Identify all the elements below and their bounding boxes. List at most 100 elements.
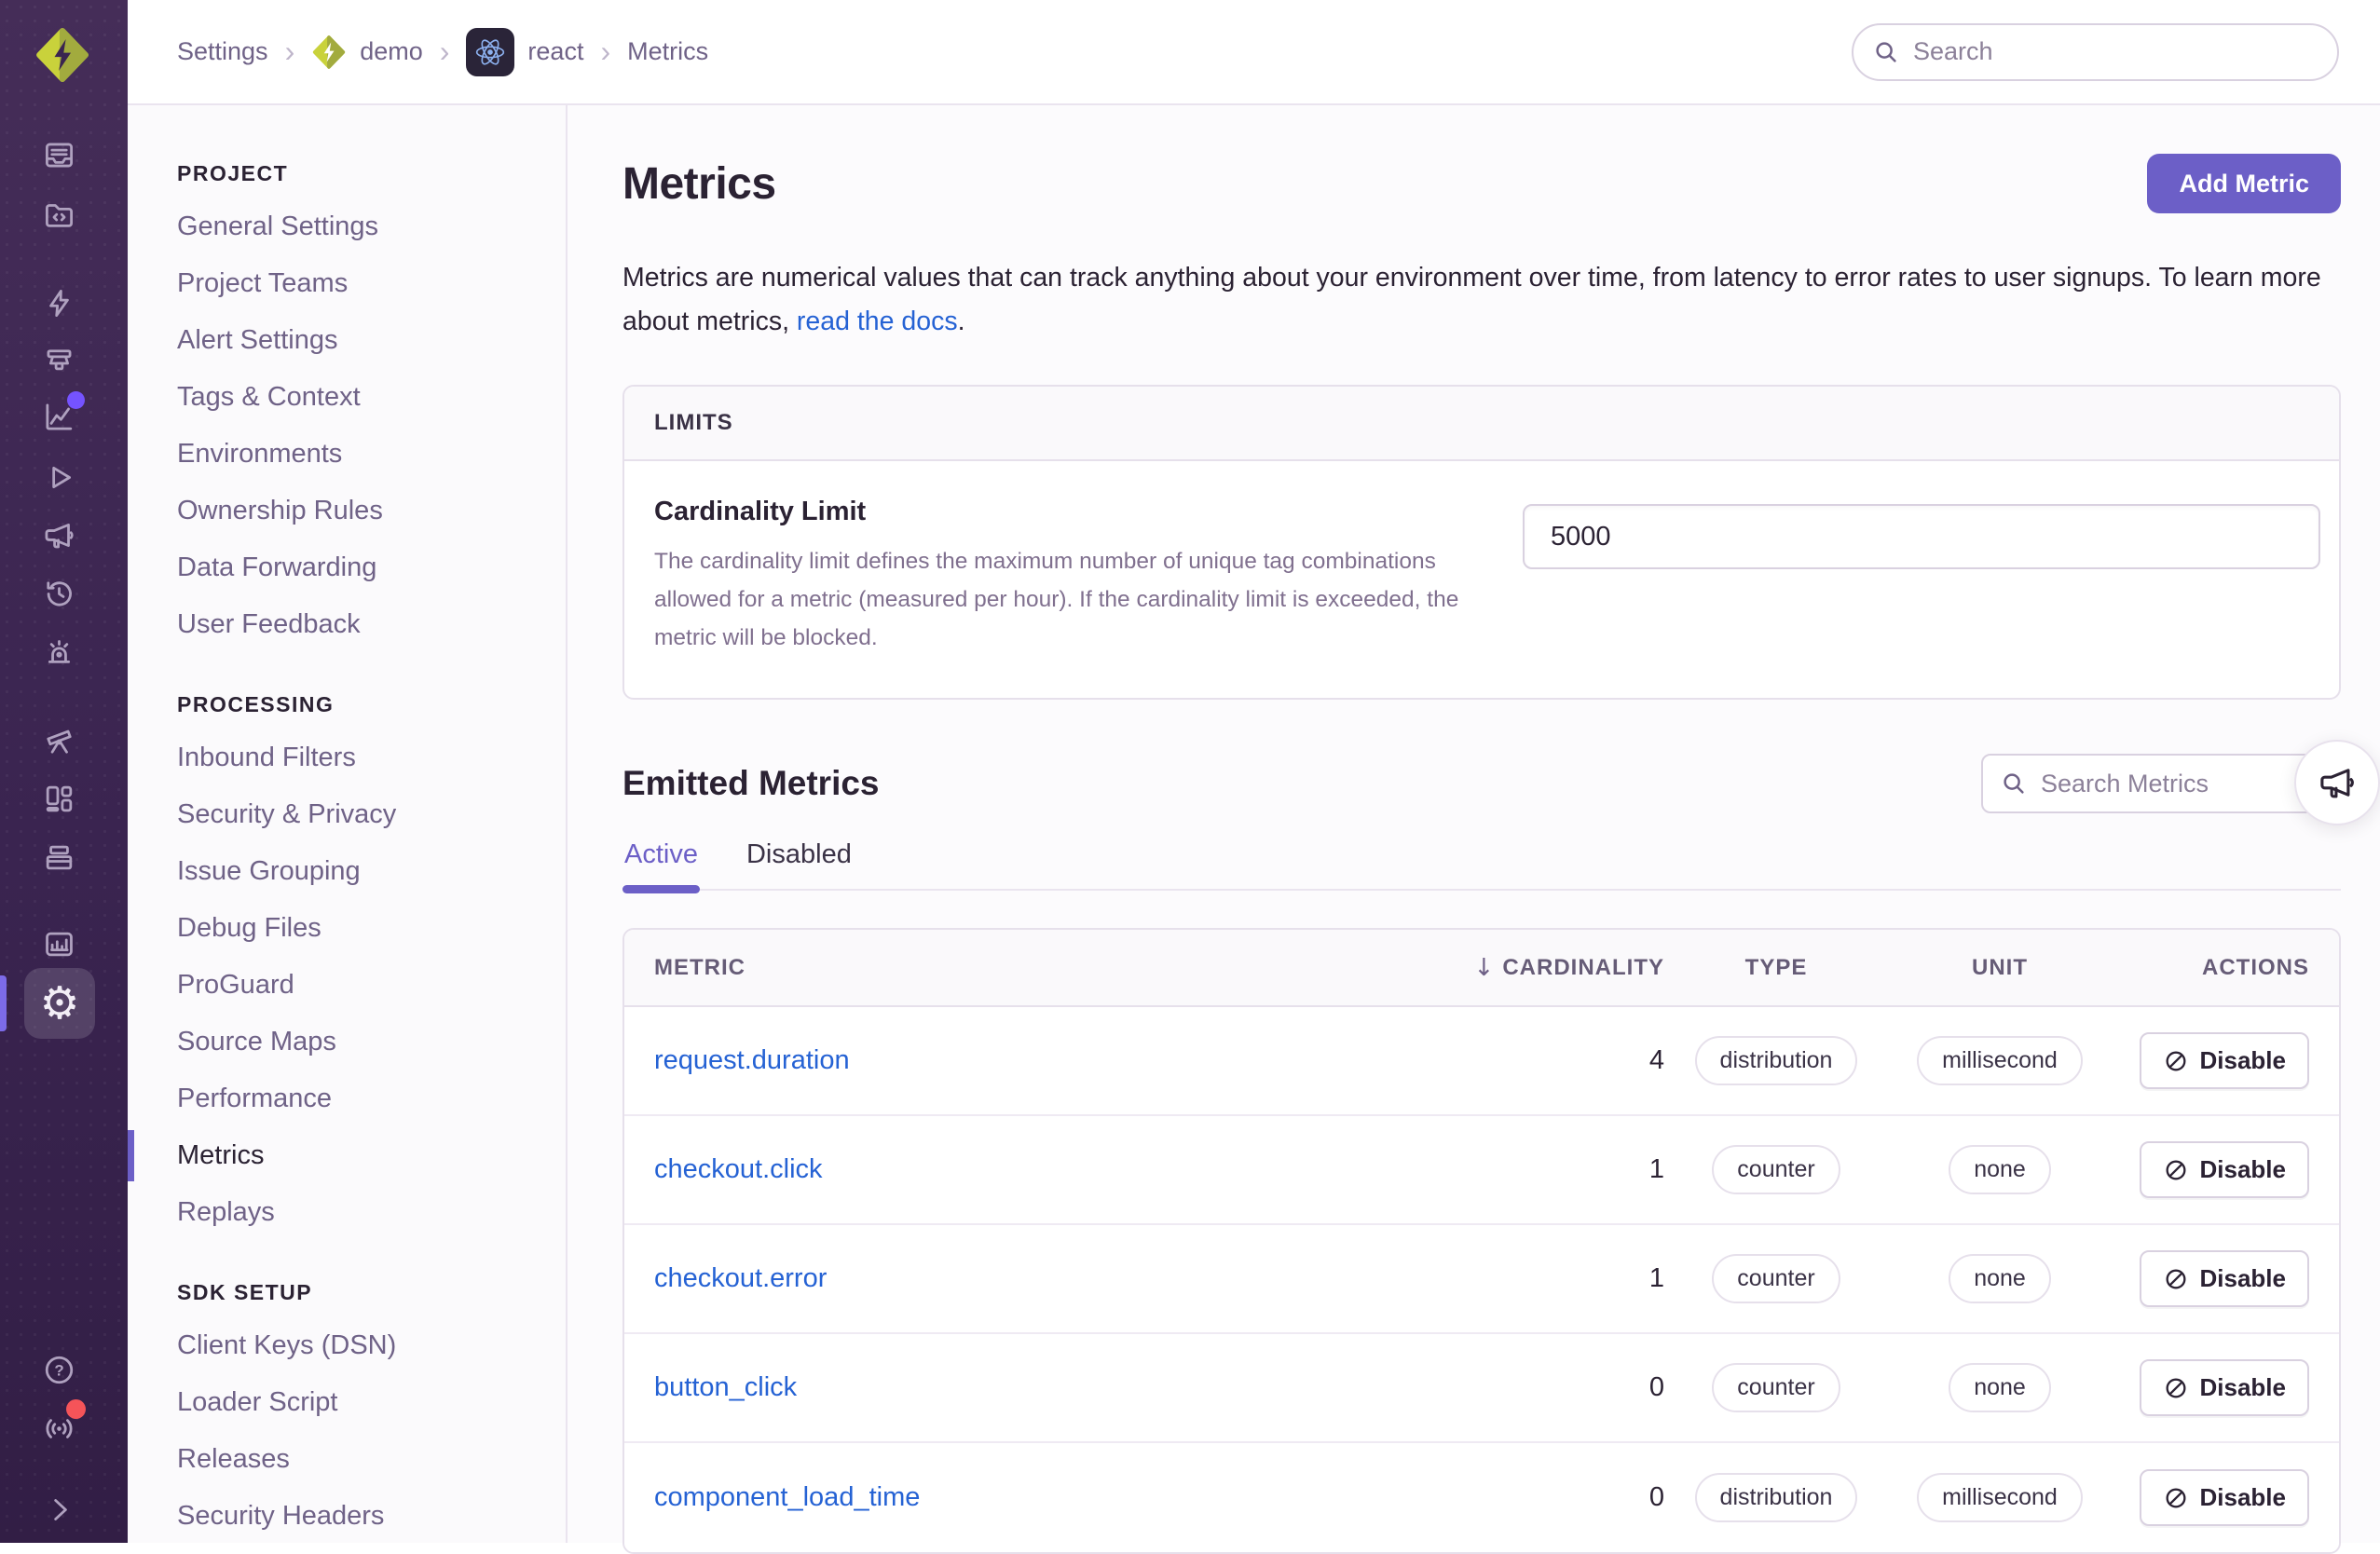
nav-item-ownership-rules[interactable]: Ownership Rules: [128, 483, 566, 539]
nav-item-loader-script[interactable]: Loader Script: [128, 1374, 566, 1431]
nav-item-general-settings[interactable]: General Settings: [128, 198, 566, 255]
col-header-cardinality-label: CARDINALITY: [1502, 954, 1664, 980]
feedback-fab-button[interactable]: [2294, 740, 2380, 825]
metric-name-link[interactable]: checkout.click: [654, 1154, 1478, 1185]
tab-active[interactable]: Active: [622, 834, 700, 893]
nav-item-performance[interactable]: Performance: [128, 1070, 566, 1127]
table-row: request.duration 4 distribution millisec…: [624, 1007, 2339, 1116]
description-period: .: [957, 307, 965, 336]
issues-icon[interactable]: [36, 132, 81, 177]
nav-item-data-forwarding[interactable]: Data Forwarding: [128, 539, 566, 596]
profiling-icon[interactable]: [36, 338, 81, 383]
svg-text:?: ?: [54, 1361, 63, 1379]
limits-panel: LIMITS Cardinality Limit The cardinality…: [622, 385, 2341, 700]
stats-icon[interactable]: [36, 921, 81, 966]
sentry-logo-icon[interactable]: [34, 24, 91, 86]
metric-name-link[interactable]: component_load_time: [654, 1482, 1478, 1513]
col-header-actions: ACTIONS: [2202, 954, 2309, 980]
disable-button[interactable]: Disable: [2139, 1032, 2309, 1089]
shell: Settings › demo › react › Metrics Search…: [128, 0, 2380, 1554]
metrics-notification-dot: [67, 391, 85, 409]
cardinality-field-text: Cardinality Limit The cardinality limit …: [654, 497, 1479, 657]
metrics-table-header: METRIC ↓ CARDINALITY TYPE UNIT ACTIONS: [624, 930, 2339, 1007]
nav-item-project-teams[interactable]: Project Teams: [128, 255, 566, 312]
search-icon: [1872, 38, 1900, 66]
nav-item-replays[interactable]: Replays: [128, 1184, 566, 1241]
nav-item-proguard[interactable]: ProGuard: [128, 957, 566, 1014]
org-avatar-icon: [311, 34, 347, 71]
gear-icon: ⚙: [39, 977, 80, 1029]
nav-item-security-headers[interactable]: Security Headers: [128, 1488, 566, 1543]
replays-icon[interactable]: [36, 455, 81, 499]
col-header-metric: METRIC: [654, 954, 745, 980]
block-icon: [2166, 1160, 2185, 1179]
breadcrumb-current-page[interactable]: Metrics: [627, 37, 708, 66]
metric-name-link[interactable]: checkout.error: [654, 1263, 1478, 1294]
unit-badge: none: [1949, 1254, 2051, 1303]
nav-item-releases[interactable]: Releases: [128, 1431, 566, 1488]
type-badge: counter: [1712, 1254, 1840, 1303]
breadcrumb-project-label[interactable]: react: [527, 37, 583, 66]
nav-item-source-maps[interactable]: Source Maps: [128, 1014, 566, 1070]
unit-badge: none: [1949, 1363, 2051, 1412]
nav-item-inbound-filters[interactable]: Inbound Filters: [128, 729, 566, 786]
type-badge: distribution: [1694, 1473, 1858, 1522]
table-row: checkout.error 1 counter none Disable: [624, 1225, 2339, 1334]
breadcrumb-org[interactable]: demo: [311, 34, 423, 71]
nav-item-issue-grouping[interactable]: Issue Grouping: [128, 843, 566, 900]
nav-item-user-feedback[interactable]: User Feedback: [128, 596, 566, 653]
feedback-icon[interactable]: [36, 512, 81, 557]
tab-disabled[interactable]: Disabled: [745, 834, 854, 889]
nav-item-client-keys[interactable]: Client Keys (DSN): [128, 1317, 566, 1374]
alerts-icon[interactable]: [36, 630, 81, 675]
disable-button[interactable]: Disable: [2139, 1359, 2309, 1416]
projects-icon[interactable]: [36, 192, 81, 237]
nav-item-environments[interactable]: Environments: [128, 426, 566, 483]
settings-nav: PROJECT General Settings Project Teams A…: [128, 105, 568, 1543]
type-badge: distribution: [1694, 1036, 1858, 1085]
breadcrumb-settings[interactable]: Settings: [177, 37, 268, 66]
global-search-input[interactable]: [1852, 22, 2339, 81]
disable-button-label: Disable: [2199, 1483, 2287, 1511]
breadcrumb-project[interactable]: react: [466, 27, 583, 76]
cardinality-limit-input[interactable]: [1523, 504, 2320, 569]
cardinality-limit-label: Cardinality Limit: [654, 497, 867, 526]
col-header-cardinality[interactable]: ↓ CARDINALITY: [1474, 954, 1664, 982]
type-badge: counter: [1712, 1145, 1840, 1194]
disable-button[interactable]: Disable: [2139, 1250, 2309, 1307]
breadcrumb-org-label[interactable]: demo: [360, 37, 423, 66]
read-the-docs-link[interactable]: read the docs: [797, 307, 958, 336]
table-row: component_load_time 0 distribution milli…: [624, 1443, 2339, 1552]
metric-name-link[interactable]: button_click: [654, 1372, 1478, 1403]
disable-button[interactable]: Disable: [2139, 1141, 2309, 1198]
releases-icon[interactable]: [36, 835, 81, 879]
performance-icon[interactable]: [36, 280, 81, 325]
block-icon: [2166, 1488, 2185, 1507]
disable-button[interactable]: Disable: [2139, 1469, 2309, 1526]
help-icon[interactable]: ?: [36, 1347, 81, 1392]
search-metrics-input[interactable]: [1981, 754, 2341, 813]
unit-badge: millisecond: [1917, 1036, 2083, 1085]
settings-icon[interactable]: ⚙: [24, 968, 95, 1039]
chevron-right-icon: ›: [439, 34, 450, 68]
nav-item-security-privacy[interactable]: Security & Privacy: [128, 786, 566, 843]
main-sidebar: ⚙ ?: [0, 0, 128, 1543]
crons-icon[interactable]: [36, 571, 81, 616]
add-metric-button[interactable]: Add Metric: [2147, 154, 2341, 213]
discover-icon[interactable]: [36, 718, 81, 763]
limits-panel-body: Cardinality Limit The cardinality limit …: [624, 461, 2339, 698]
nav-item-debug-files[interactable]: Debug Files: [128, 900, 566, 957]
nav-item-tags-context[interactable]: Tags & Context: [128, 369, 566, 426]
collapse-sidebar-icon[interactable]: [36, 1487, 81, 1532]
metric-search: [1981, 754, 2341, 813]
metrics-table: METRIC ↓ CARDINALITY TYPE UNIT ACTIONS r…: [622, 928, 2341, 1554]
react-platform-icon: [466, 27, 515, 76]
emitted-metrics-head: Emitted Metrics: [622, 740, 2380, 825]
page-head: Metrics Add Metric: [622, 154, 2341, 213]
main-content: Metrics Add Metric Metrics are numerical…: [568, 105, 2380, 1554]
nav-item-alert-settings[interactable]: Alert Settings: [128, 312, 566, 369]
page-description: Metrics are numerical values that can tr…: [622, 256, 2341, 344]
metric-name-link[interactable]: request.duration: [654, 1045, 1478, 1076]
nav-item-metrics[interactable]: Metrics: [128, 1127, 566, 1184]
dashboards-icon[interactable]: [36, 776, 81, 821]
